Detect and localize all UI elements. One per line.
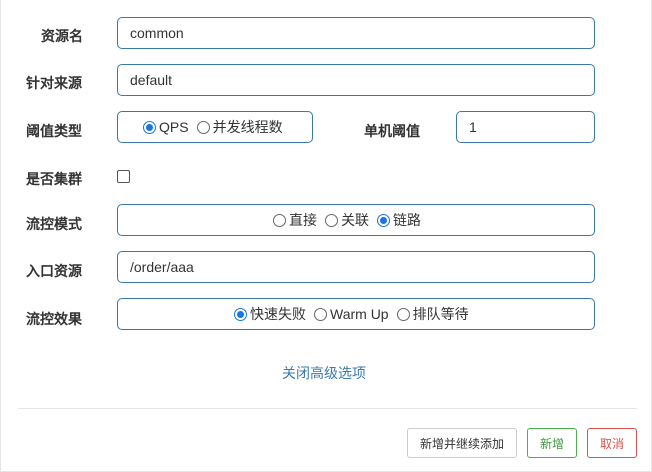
behavior-option-fast-fail[interactable]: 快速失败: [234, 304, 306, 324]
behavior-option-warm-up[interactable]: Warm Up: [314, 306, 389, 322]
strategy-option-chain-label: 链路: [393, 212, 421, 228]
strategy-option-relate[interactable]: 关联: [325, 210, 369, 230]
behavior-option-fast-fail-label: 快速失败: [250, 306, 306, 322]
ref-resource-value: /order/aaa: [130, 259, 194, 275]
grade-label: 阈值类型: [26, 123, 82, 139]
add-and-continue-button[interactable]: 新增并继续添加: [407, 428, 517, 458]
strategy-label: 流控模式: [26, 216, 82, 232]
radio-unchecked-icon[interactable]: [396, 307, 410, 321]
behavior-option-warm-up-label: Warm Up: [330, 306, 389, 322]
ref-resource-label: 入口资源: [26, 263, 82, 279]
radio-checked-icon[interactable]: [143, 120, 156, 134]
radio-unchecked-icon[interactable]: [314, 307, 327, 321]
grade-option-qps-label: QPS: [159, 119, 189, 135]
limit-app-input[interactable]: default: [117, 64, 595, 96]
control-behavior-radio-group: 快速失败 Warm Up 排队等待: [117, 298, 595, 330]
strategy-option-direct[interactable]: 直接: [273, 210, 317, 230]
limit-app-label: 针对来源: [26, 75, 82, 91]
ref-resource-input[interactable]: /order/aaa: [117, 251, 595, 283]
cluster-checkbox[interactable]: [117, 170, 130, 183]
threshold-label: 单机阈值: [364, 123, 420, 139]
limit-app-value: default: [130, 72, 173, 88]
resource-name-value: common: [130, 25, 184, 41]
resource-name-input[interactable]: common: [117, 17, 595, 49]
strategy-option-direct-label: 直接: [289, 212, 317, 228]
radio-unchecked-icon[interactable]: [273, 213, 286, 227]
cluster-label: 是否集群: [26, 171, 82, 187]
radio-unchecked-icon[interactable]: [196, 120, 210, 134]
strategy-option-relate-label: 关联: [341, 212, 369, 228]
grade-option-thread[interactable]: 并发线程数: [196, 117, 283, 137]
grade-option-qps[interactable]: QPS: [143, 119, 189, 135]
strategy-radio-group: 直接 关联 链路: [117, 204, 595, 236]
radio-unchecked-icon[interactable]: [325, 213, 338, 227]
advanced-options-toggle-link[interactable]: 关闭高级选项: [282, 363, 366, 383]
behavior-option-queue[interactable]: 排队等待: [396, 304, 469, 324]
control-behavior-label: 流控效果: [26, 311, 82, 327]
radio-checked-icon[interactable]: [377, 213, 390, 227]
add-button[interactable]: 新增: [527, 428, 577, 458]
threshold-value: 1: [469, 119, 477, 135]
cancel-button[interactable]: 取消: [587, 428, 637, 458]
grade-option-thread-label: 并发线程数: [212, 119, 283, 135]
strategy-option-chain[interactable]: 链路: [377, 210, 421, 230]
threshold-input[interactable]: 1: [456, 111, 595, 143]
radio-checked-icon[interactable]: [234, 307, 247, 321]
behavior-option-queue-label: 排队等待: [412, 306, 469, 322]
dialog-body: 资源名 common 针对来源 default 阈值类型 QPS 并发线程数 单…: [0, 0, 652, 472]
grade-radio-group: QPS 并发线程数: [117, 111, 313, 143]
resource-name-label: 资源名: [41, 28, 83, 44]
footer-divider: [18, 408, 637, 409]
